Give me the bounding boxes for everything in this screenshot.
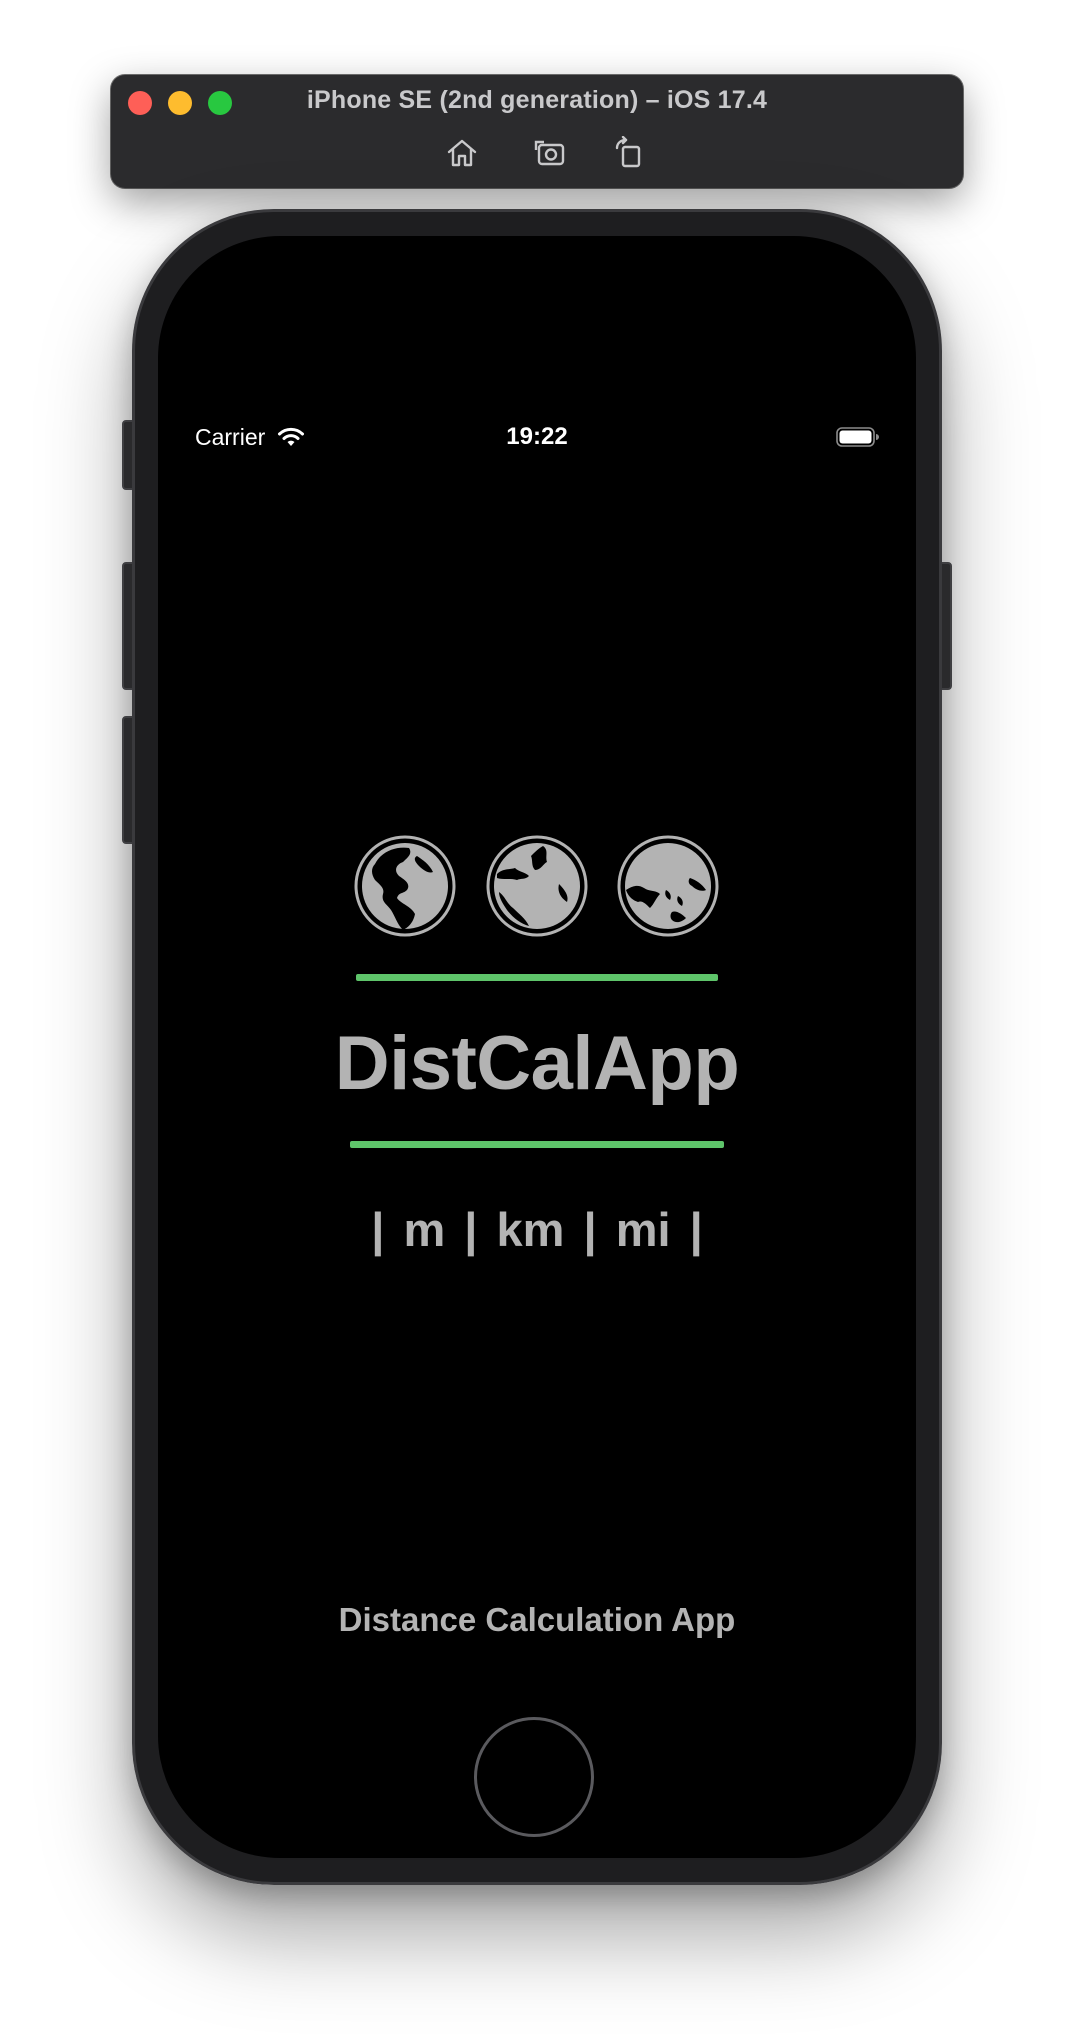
rotate-icon[interactable] — [612, 136, 646, 170]
camera-icon[interactable] — [533, 136, 567, 170]
battery-icon — [836, 426, 880, 448]
units-label: | m | km | mi | — [371, 1203, 703, 1256]
top-accent-line — [356, 974, 718, 981]
app-tagline: Distance Calculation App — [338, 1601, 736, 1638]
device-screen: Carrier 19:22 DistCalApp | m | km | mi |… — [158, 236, 916, 1858]
home-icon[interactable] — [445, 136, 479, 170]
home-button[interactable] — [474, 1717, 594, 1837]
app-title: DistCalApp — [334, 1021, 740, 1106]
status-time: 19:22 — [506, 423, 568, 450]
globe-americas-icon — [353, 834, 457, 938]
bottom-accent-line — [350, 1141, 724, 1148]
globe-europe-africa-icon — [485, 834, 589, 938]
globe-asia-australia-icon — [616, 834, 720, 938]
simulator-title: iPhone SE (2nd generation) – iOS 17.4 — [306, 86, 768, 114]
